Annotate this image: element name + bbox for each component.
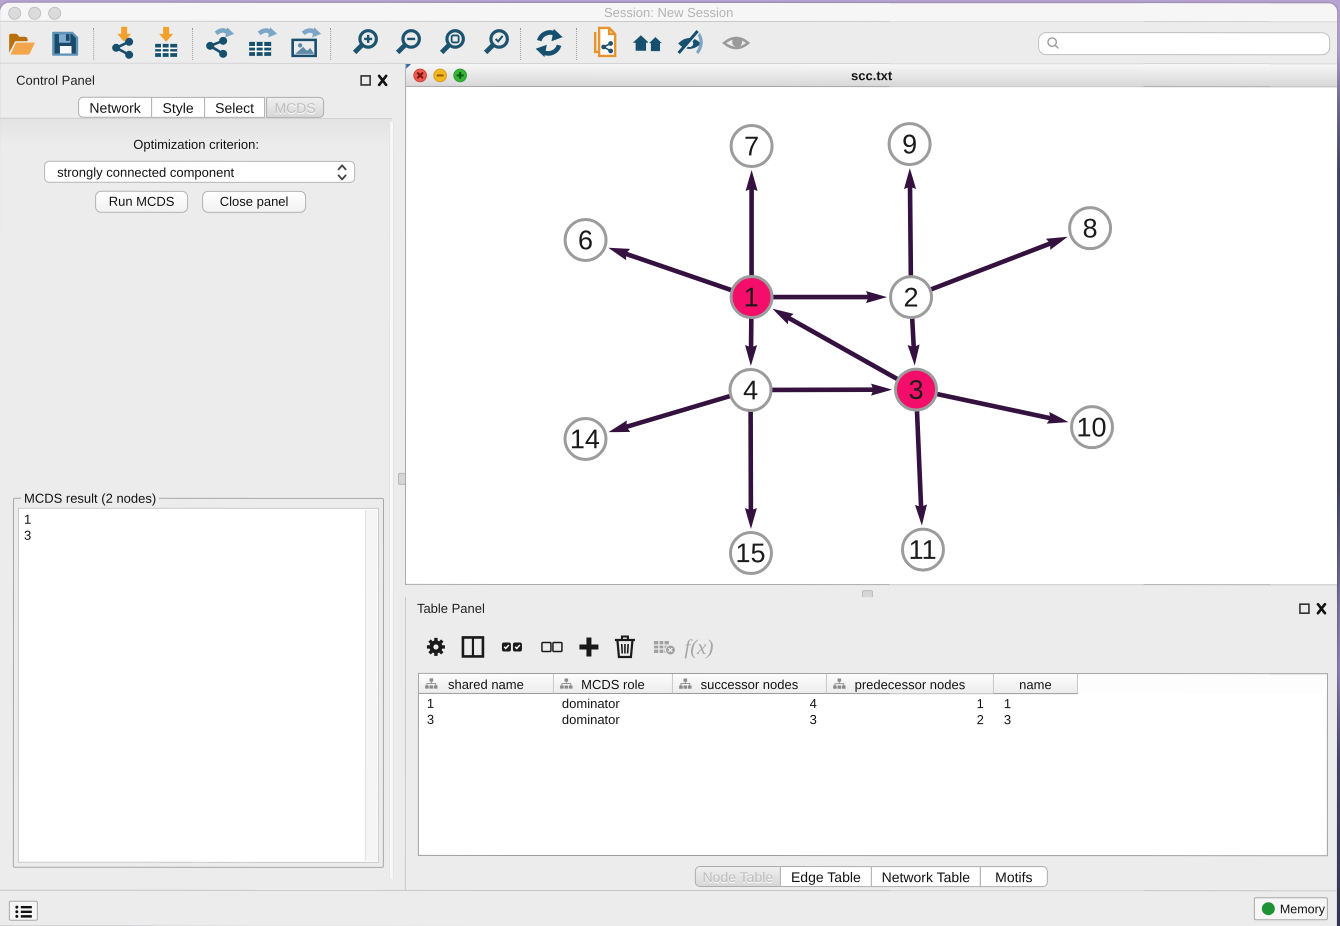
svg-text:f(x): f(x) [684,635,713,659]
